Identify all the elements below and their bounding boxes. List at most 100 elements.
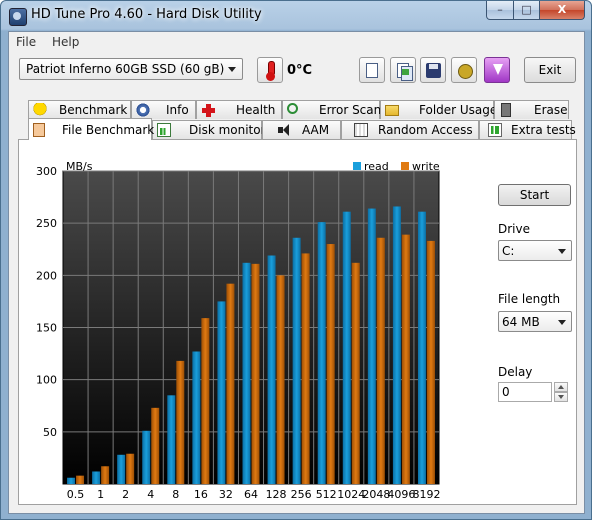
y-tick-label: 100 [36,374,57,387]
copy-icon [366,63,378,78]
tab-info[interactable]: Info [131,100,196,119]
y-tick-label: 150 [36,322,57,335]
x-tick-label: 256 [291,488,312,501]
read-bar [217,301,226,484]
green-mark-icon [402,69,409,75]
tab-health[interactable]: Health [196,100,282,119]
tab-erase[interactable]: Erase [494,100,569,119]
write-bar [126,453,135,484]
tab-label: Folder Usage [419,103,498,117]
write-bar [326,244,335,484]
legend-label: write [412,161,440,173]
file-icon [33,123,45,137]
tab-label: Error Scan [319,103,382,117]
x-tick-label: 4096 [387,488,415,501]
file-benchmark-panel: 50 100 150 200 250 300 MB/s 0.5 1 2 4 8 16 32 64 128 256… [18,139,577,505]
delay-label: Delay [498,365,533,379]
tab-label: Benchmark [59,103,128,117]
tab-label: Extra tests [511,123,576,137]
delay-increment-button[interactable] [554,382,568,392]
read-bar [317,222,326,484]
copy-info-button[interactable] [359,57,385,83]
chevron-down-icon [558,249,566,254]
y-tick-label: 250 [36,217,57,230]
title-bar[interactable]: HD Tune Pro 4.60 - Hard Disk Utility – □… [1,1,591,31]
tab-folder-usage[interactable]: Folder Usage [380,100,498,119]
y-tick-label: 200 [36,269,57,282]
write-bar [226,283,235,484]
gear-icon [458,64,473,79]
read-bar [292,237,301,484]
tab-aam[interactable]: AAM [262,120,341,139]
client-area: File Help Patriot Inferno 60GB SSD (60 g… [8,31,585,514]
drive-letter-select[interactable]: C: [498,240,572,261]
delay-value: 0 [502,385,510,399]
read-bar [242,262,251,484]
medal-icon [33,103,47,117]
delay-input[interactable]: 0 [498,382,552,402]
tab-disk-monitor[interactable]: Disk monitor [152,120,266,139]
extra-tests-icon [488,123,502,137]
menu-file[interactable]: File [16,35,36,49]
delay-decrement-button[interactable] [554,392,568,402]
thermometer-icon [257,57,283,83]
write-bar [101,466,110,484]
x-tick-label: 8 [172,488,179,501]
maximize-button[interactable]: □ [513,1,540,20]
x-tick-label: 0.5 [67,488,85,501]
menu-help[interactable]: Help [52,35,79,49]
x-tick-label: 1024 [337,488,365,501]
x-tick-label: 8192 [412,488,440,501]
options-button[interactable] [451,57,477,83]
read-bar [367,208,376,484]
drive-select[interactable]: Patriot Inferno 60GB SSD (60 gB) [19,58,243,80]
x-tick-label: 2048 [362,488,390,501]
app-icon [9,8,27,26]
x-tick-label: 128 [266,488,287,501]
tab-error-scan[interactable]: Error Scan [282,100,382,119]
tab-benchmark[interactable]: Benchmark [28,100,131,119]
download-button[interactable] [484,57,510,83]
tab-random-access[interactable]: Random Access [341,120,479,139]
tab-extra-tests[interactable]: Extra tests [479,120,576,139]
tab-label: Health [236,103,276,117]
write-bar [426,240,435,484]
y-axis-label: MB/s [66,161,93,173]
file-length-select[interactable]: 64 MB [498,311,572,332]
copy-screenshot-button[interactable] [390,57,416,83]
minimize-button[interactable]: – [486,1,514,20]
drive-letter-value: C: [502,244,515,258]
tab-label: Random Access [378,123,473,137]
read-bar [267,255,276,484]
health-cross-icon [201,103,215,117]
write-bar [201,318,210,484]
x-tick-label: 32 [219,488,233,501]
tab-label: Info [166,103,189,117]
chevron-down-icon [558,320,566,325]
x-tick-label: 512 [316,488,337,501]
close-button[interactable]: X [539,1,585,20]
floppy-disk-icon [426,63,441,78]
save-button[interactable] [420,57,446,83]
legend-swatch [353,162,361,170]
read-bar [67,477,76,484]
tab-label: File Benchmark [62,123,155,137]
speaker-icon [277,123,291,137]
legend-label: read [364,161,389,173]
exit-button[interactable]: Exit [524,57,576,83]
x-tick-label: 4 [147,488,154,501]
window-title: HD Tune Pro 4.60 - Hard Disk Utility [31,7,262,22]
write-bar [351,262,360,484]
x-tick-label: 16 [194,488,208,501]
y-tick-label: 300 [36,165,57,178]
start-button[interactable]: Start [498,184,571,206]
read-bar [92,471,101,484]
write-bar [301,253,310,484]
tab-file-benchmark[interactable]: File Benchmark [28,118,155,140]
write-bar [151,407,160,484]
folder-icon [385,105,399,116]
drive-select-value: Patriot Inferno 60GB SSD (60 gB) [26,62,225,76]
write-bar [176,360,185,484]
info-icon [136,103,150,117]
magnifier-icon [287,103,298,114]
